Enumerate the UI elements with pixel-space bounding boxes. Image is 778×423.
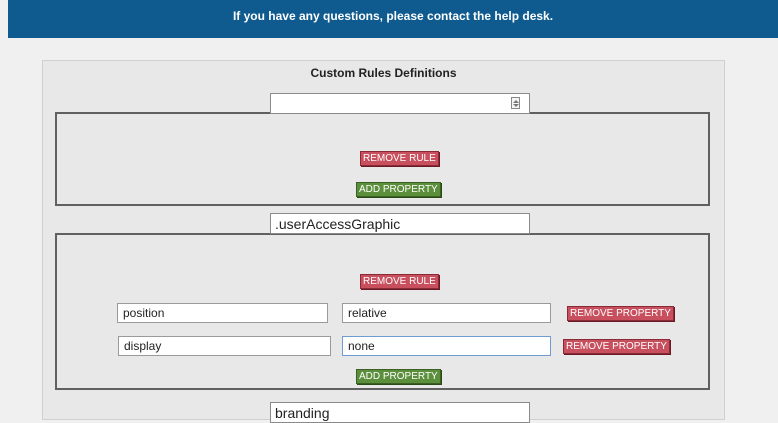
remove-rule-button[interactable]: REMOVE RULE: [360, 274, 439, 289]
add-property-button[interactable]: ADD PROPERTY: [356, 369, 441, 384]
remove-rule-button[interactable]: REMOVE RULE: [360, 151, 439, 166]
rule-box: REMOVE RULE REMOVE PROPERTY REMOVE PROPE…: [55, 233, 710, 390]
rule-box: REMOVE RULE ADD PROPERTY: [55, 112, 710, 206]
remove-property-button[interactable]: REMOVE PROPERTY: [567, 306, 674, 321]
panel-title: Custom Rules Definitions: [310, 66, 457, 80]
spinner-icon[interactable]: [511, 97, 520, 109]
remove-property-button[interactable]: REMOVE PROPERTY: [563, 339, 670, 354]
add-property-button[interactable]: ADD PROPERTY: [356, 182, 441, 197]
custom-rules-panel: Custom Rules Definitions REMOVE RULE ADD…: [42, 60, 725, 423]
rule-selector-input[interactable]: [270, 93, 530, 114]
property-name-input[interactable]: [117, 303, 328, 323]
rule-selector-input[interactable]: [270, 213, 530, 234]
property-value-input[interactable]: [342, 336, 551, 356]
help-message: If you have any questions, please contac…: [232, 9, 554, 23]
help-banner: If you have any questions, please contac…: [8, 0, 778, 38]
property-value-input[interactable]: [342, 303, 551, 323]
property-name-input[interactable]: [118, 336, 331, 356]
rule-selector-input[interactable]: [270, 402, 530, 423]
